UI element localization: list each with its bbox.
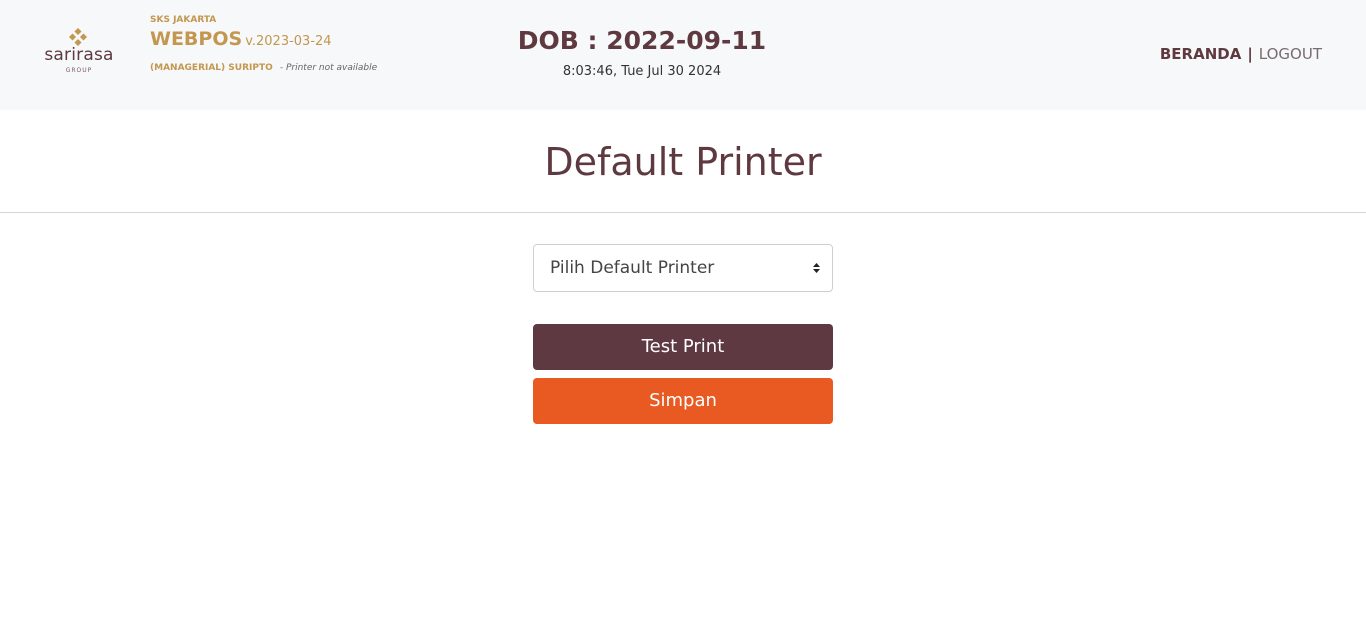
nav-logout-link[interactable]: LOGOUT [1259, 45, 1322, 63]
header: sarirasa GROUP SKS JAKARTA WEBPOS v.2023-… [0, 0, 1366, 110]
app-version: v.2023-03-24 [245, 34, 332, 49]
sarirasa-diamond-icon [69, 28, 87, 46]
store-info: SKS JAKARTA WEBPOS v.2023-03-24 (MANAGERI… [150, 15, 377, 74]
save-button[interactable]: Simpan [533, 378, 833, 424]
user-name: (MANAGERIAL) SURIPTO [150, 63, 273, 73]
dob-block: DOB : 2022-09-11 8:03:46, Tue Jul 30 202… [483, 26, 801, 79]
logo-subtitle: GROUP [65, 67, 93, 74]
nav-separator: | [1247, 45, 1253, 63]
divider [0, 212, 1366, 213]
nav-beranda-link[interactable]: BERANDA [1160, 45, 1241, 63]
app-name: WEBPOS [150, 28, 243, 50]
logo-wordmark: sarirasa [44, 45, 114, 65]
select-updown-icon [813, 263, 820, 273]
sarirasa-logo: sarirasa GROUP [38, 28, 120, 76]
default-printer-select[interactable]: Pilih Default Printer [533, 244, 833, 292]
app-title-line: WEBPOS v.2023-03-24 [150, 28, 377, 50]
printer-status: - Printer not available [279, 63, 378, 73]
user-line: (MANAGERIAL) SURIPTO - Printer not avail… [150, 55, 377, 74]
store-name: SKS JAKARTA [150, 15, 217, 25]
page-title: Default Printer [544, 140, 822, 184]
dob-date: DOB : 2022-09-11 [517, 26, 767, 55]
select-value: Pilih Default Printer [550, 258, 715, 278]
test-print-button[interactable]: Test Print [533, 324, 833, 370]
top-nav: BERANDA | LOGOUT [1160, 45, 1322, 63]
clock: 8:03:46, Tue Jul 30 2024 [562, 64, 722, 79]
